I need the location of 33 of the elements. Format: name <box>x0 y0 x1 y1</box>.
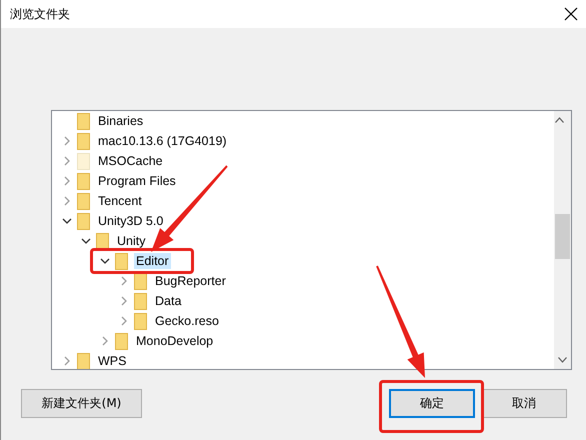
tree-item[interactable]: WPS <box>96 353 128 369</box>
collapse-chevron-icon[interactable] <box>81 236 91 246</box>
tree-item[interactable]: Unity <box>115 233 148 249</box>
expand-chevron-icon[interactable] <box>100 336 110 346</box>
expand-chevron-icon[interactable] <box>119 316 129 326</box>
tree-item[interactable]: Gecko.reso <box>153 313 221 329</box>
tree-item[interactable]: Tencent <box>96 193 144 209</box>
collapse-chevron-icon[interactable] <box>62 216 72 226</box>
expand-chevron-icon[interactable] <box>62 196 72 206</box>
tree-item[interactable]: Program Files <box>96 173 178 189</box>
ok-button[interactable]: 确定 <box>389 389 475 418</box>
new-folder-button[interactable]: 新建文件夹(M) <box>21 389 142 418</box>
expand-chevron-icon[interactable] <box>62 156 72 166</box>
tree-item[interactable]: Unity3D 5.0 <box>96 213 166 229</box>
scroll-up-icon[interactable] <box>555 117 564 123</box>
tree-item[interactable]: BugReporter <box>153 273 228 289</box>
expand-chevron-icon[interactable] <box>119 276 129 286</box>
cancel-button[interactable]: 取消 <box>481 389 567 418</box>
expand-chevron-icon[interactable] <box>62 176 72 186</box>
tree-item[interactable]: Editor <box>134 253 171 269</box>
collapse-chevron-icon[interactable] <box>100 256 110 266</box>
close-icon[interactable] <box>564 7 578 21</box>
tree-item[interactable]: mac10.13.6 (17G4019) <box>96 133 229 149</box>
expand-chevron-icon[interactable] <box>62 356 72 366</box>
expand-chevron-icon[interactable] <box>62 136 72 146</box>
tree-item[interactable]: MonoDevelop <box>134 333 216 349</box>
expand-chevron-icon[interactable] <box>119 296 129 306</box>
scrollbar-thumb[interactable] <box>555 214 570 259</box>
tree-item[interactable]: MSOCache <box>96 153 165 169</box>
tree-item[interactable]: Data <box>153 293 184 309</box>
tree-item[interactable]: Binaries <box>96 113 146 129</box>
window-title: 浏览文件夹 <box>10 6 70 22</box>
scroll-down-icon[interactable] <box>558 357 567 363</box>
